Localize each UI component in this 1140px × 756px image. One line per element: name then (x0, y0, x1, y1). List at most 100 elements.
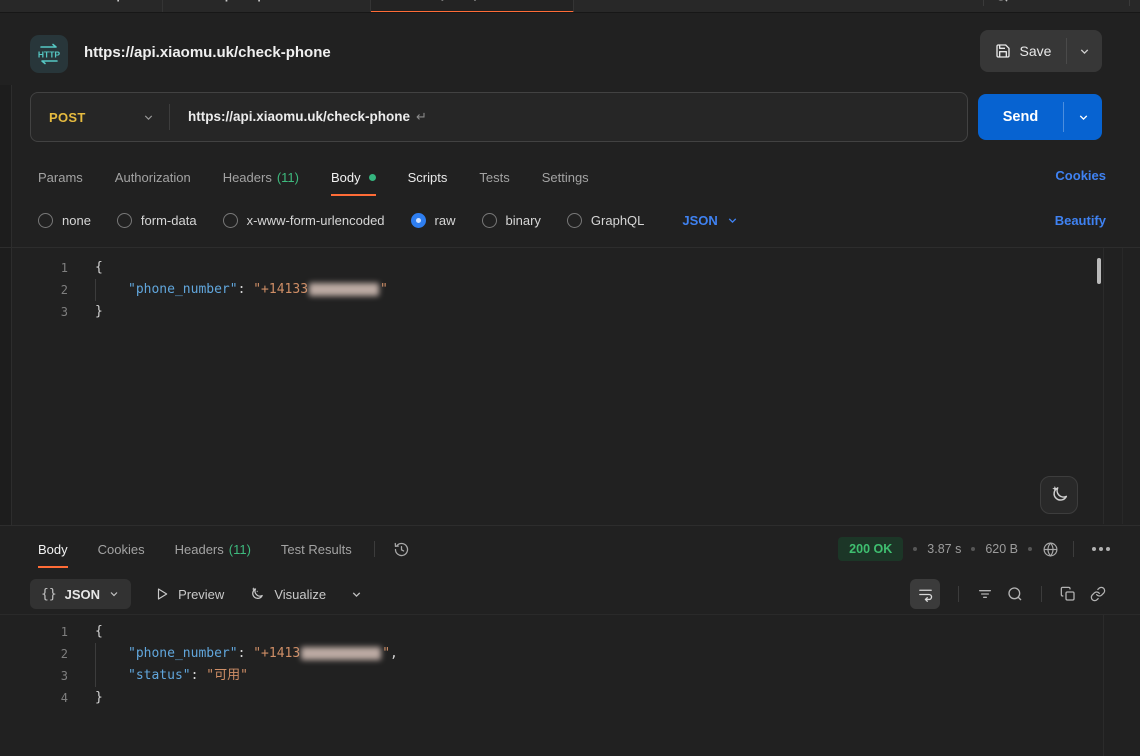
body-type-form-data[interactable]: form-data (117, 213, 197, 228)
network-globe-icon[interactable] (1042, 541, 1059, 558)
search-icon[interactable] (994, 0, 1009, 3)
body-type-row: none form-data x-www-form-urlencoded raw bin… (38, 203, 1110, 237)
status-badge[interactable]: 200 OK (838, 537, 903, 561)
chevron-down-icon (108, 588, 120, 600)
save-label: Save (1020, 43, 1052, 59)
url-bar: POST https://api.xiaomu.uk/check-phone↵ (30, 92, 968, 142)
response-history-icon[interactable] (393, 541, 410, 558)
line-number: 3 (12, 665, 68, 687)
response-tabs: Body Cookies Headers(11) Test Results (38, 530, 352, 568)
code-token: " (380, 282, 388, 297)
format-selector[interactable]: JSON (682, 213, 738, 228)
copy-icon[interactable] (1060, 586, 1076, 602)
tab-params[interactable]: Params (38, 158, 83, 196)
code-token: : (191, 668, 207, 683)
wrap-text-button[interactable] (910, 579, 940, 609)
divider (983, 0, 984, 6)
visualize-label: Visualize (274, 587, 326, 602)
send-button[interactable]: Send (978, 94, 1063, 140)
radio-label: none (62, 213, 91, 228)
url-input[interactable]: https://api.xiaomu.uk/check-phone↵ (188, 109, 427, 125)
response-size[interactable]: 620 B (985, 542, 1018, 556)
search-icon[interactable] (1007, 586, 1023, 602)
tab-method-label: GET (179, 0, 202, 1)
postman-app: GETUntitled Request GET https://api.xiaomu… (0, 0, 1140, 756)
tab-title: https://api.xiaomu.uk/sw (209, 0, 354, 2)
line-number: 1 (12, 257, 68, 279)
response-body-editor[interactable]: 1{2"phone_number": "+1413",3"status": "可… (12, 621, 1140, 709)
response-time[interactable]: 3.87 s (927, 542, 961, 556)
visualize-button[interactable]: Visualize (248, 586, 326, 603)
send-options-button[interactable] (1064, 94, 1102, 140)
response-format-label: JSON (65, 587, 100, 602)
tab-tests[interactable]: Tests (479, 158, 509, 196)
code-token: , (390, 646, 398, 661)
method-label: POST (49, 110, 86, 125)
beautify-link[interactable]: Beautify (1055, 213, 1106, 228)
redacted-text (301, 647, 381, 660)
response-tab-test-results[interactable]: Test Results (281, 530, 352, 568)
return-key-icon: ↵ (416, 109, 427, 124)
save-options-button[interactable] (1067, 30, 1102, 72)
send-button-group: Send (978, 94, 1102, 140)
format-label: JSON (682, 213, 717, 228)
section-resize-divider[interactable] (0, 525, 1140, 526)
environment-selector[interactable]: No environment (1017, 0, 1105, 2)
scrollbar-thumb[interactable] (1097, 258, 1101, 284)
more-options-icon[interactable] (1092, 547, 1110, 551)
workspace-tab[interactable]: POSThttps://api.xiaomu.uk/t (371, 0, 574, 13)
code-line: 3} (12, 301, 1140, 323)
method-selector[interactable]: POST (31, 110, 169, 125)
preview-button[interactable]: Preview (155, 587, 224, 602)
play-icon (155, 587, 169, 601)
tab-label: Cookies (98, 542, 145, 557)
save-button[interactable]: Save (980, 30, 1066, 72)
body-type-raw[interactable]: raw (411, 213, 456, 228)
divider (374, 541, 375, 557)
filter-icon[interactable] (977, 586, 993, 602)
code-line: 1{ (12, 621, 1140, 643)
radio-raw[interactable] (411, 213, 426, 228)
tab-body[interactable]: Body (331, 158, 376, 196)
tab-scripts[interactable]: Scripts (408, 158, 448, 196)
link-icon[interactable] (1090, 586, 1106, 602)
workspace-tab[interactable]: GET https://api.xiaomu.uk/sw (163, 0, 371, 13)
chevron-down-icon (1078, 45, 1091, 58)
code-token: "+1413 (253, 646, 300, 661)
response-tab-body[interactable]: Body (38, 530, 68, 568)
preview-label: Preview (178, 587, 224, 602)
body-type-GraphQL[interactable]: GraphQL (567, 213, 644, 228)
radio-GraphQL[interactable] (567, 213, 582, 228)
response-toolbar: {} JSON Preview Visualize (30, 576, 1106, 612)
response-tab-headers[interactable]: Headers(11) (175, 530, 251, 568)
body-type-none[interactable]: none (38, 213, 91, 228)
cookies-link[interactable]: Cookies (1055, 168, 1106, 183)
code-content: "phone_number": "+14133" (68, 279, 388, 301)
radio-none[interactable] (38, 213, 53, 228)
divider (1041, 586, 1042, 602)
tab-label: Settings (542, 170, 589, 185)
dot-separator (1028, 547, 1032, 551)
response-format-selector[interactable]: {} JSON (30, 579, 131, 609)
tab-label: Authorization (115, 170, 191, 185)
response-tab-cookies[interactable]: Cookies (98, 530, 145, 568)
radio-form-data[interactable] (117, 213, 132, 228)
chevron-down-icon[interactable] (350, 588, 363, 601)
tab-settings[interactable]: Settings (542, 158, 589, 196)
body-type-x-www-form-urlencoded[interactable]: x-www-form-urlencoded (223, 213, 385, 228)
tab-label: Body (38, 542, 68, 557)
indent-guide (95, 279, 128, 301)
body-type-binary[interactable]: binary (482, 213, 541, 228)
radio-binary[interactable] (482, 213, 497, 228)
code-token: } (95, 304, 103, 319)
divider (169, 104, 170, 130)
tab-authorization[interactable]: Authorization (115, 158, 191, 196)
new-tab-button[interactable]: + (574, 0, 612, 5)
request-body-editor[interactable]: 1{2"phone_number": "+14133"3} (12, 257, 1140, 323)
postbot-button[interactable] (1040, 476, 1078, 514)
workspace-tab[interactable]: GETUntitled Request (0, 0, 163, 13)
tab-label: Scripts (408, 170, 448, 185)
magic-wand-icon (248, 586, 265, 603)
radio-x-www-form-urlencoded[interactable] (223, 213, 238, 228)
tab-headers[interactable]: Headers(11) (223, 158, 299, 196)
